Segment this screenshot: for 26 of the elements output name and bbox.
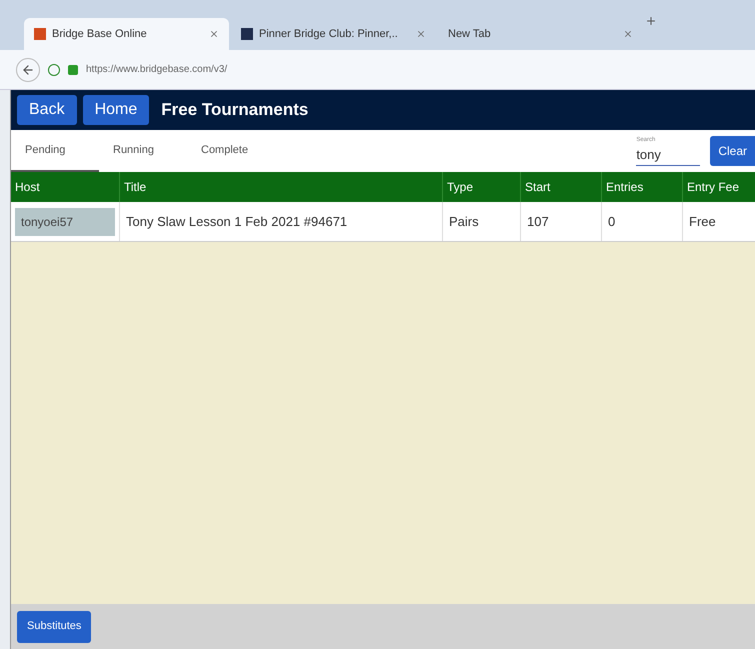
browser-tab[interactable]: Bridge Base Online bbox=[24, 18, 229, 50]
tab[interactable]: Running bbox=[99, 130, 187, 172]
browser-tab[interactable]: New Tab bbox=[438, 18, 643, 50]
close-icon[interactable] bbox=[209, 29, 219, 39]
nav-button[interactable]: Back bbox=[17, 95, 77, 125]
tab[interactable]: Complete bbox=[187, 130, 275, 172]
host-chip[interactable]: tonyoei57 bbox=[15, 208, 115, 236]
new-tab-icon[interactable] bbox=[645, 15, 657, 27]
close-icon[interactable] bbox=[416, 29, 426, 39]
column-header[interactable]: Host bbox=[11, 172, 119, 202]
table-cell: 0 bbox=[601, 202, 682, 241]
substitutes-button[interactable]: Substitutes bbox=[17, 610, 92, 642]
nav-button[interactable]: Home bbox=[82, 95, 150, 125]
table-cell: 107 bbox=[520, 202, 601, 241]
page-title: Free Tournaments bbox=[161, 99, 308, 122]
table-cell: Pairs bbox=[442, 202, 520, 241]
browser-tab[interactable]: Pinner Bridge Club: Pinner,.. bbox=[231, 18, 436, 50]
back-arrow-icon bbox=[21, 62, 35, 76]
url-field[interactable]: https://www.bridgebase.com/v3/ bbox=[86, 62, 228, 77]
close-icon[interactable] bbox=[623, 29, 633, 39]
clear-button[interactable]: Clear bbox=[710, 136, 755, 166]
favicon-icon bbox=[241, 28, 253, 40]
table-cell: Free bbox=[682, 202, 755, 241]
table-cell: Tony Slaw Lesson 1 Feb 2021 #94671 bbox=[119, 202, 442, 241]
back-button[interactable] bbox=[16, 58, 40, 82]
favicon-icon bbox=[34, 28, 46, 40]
